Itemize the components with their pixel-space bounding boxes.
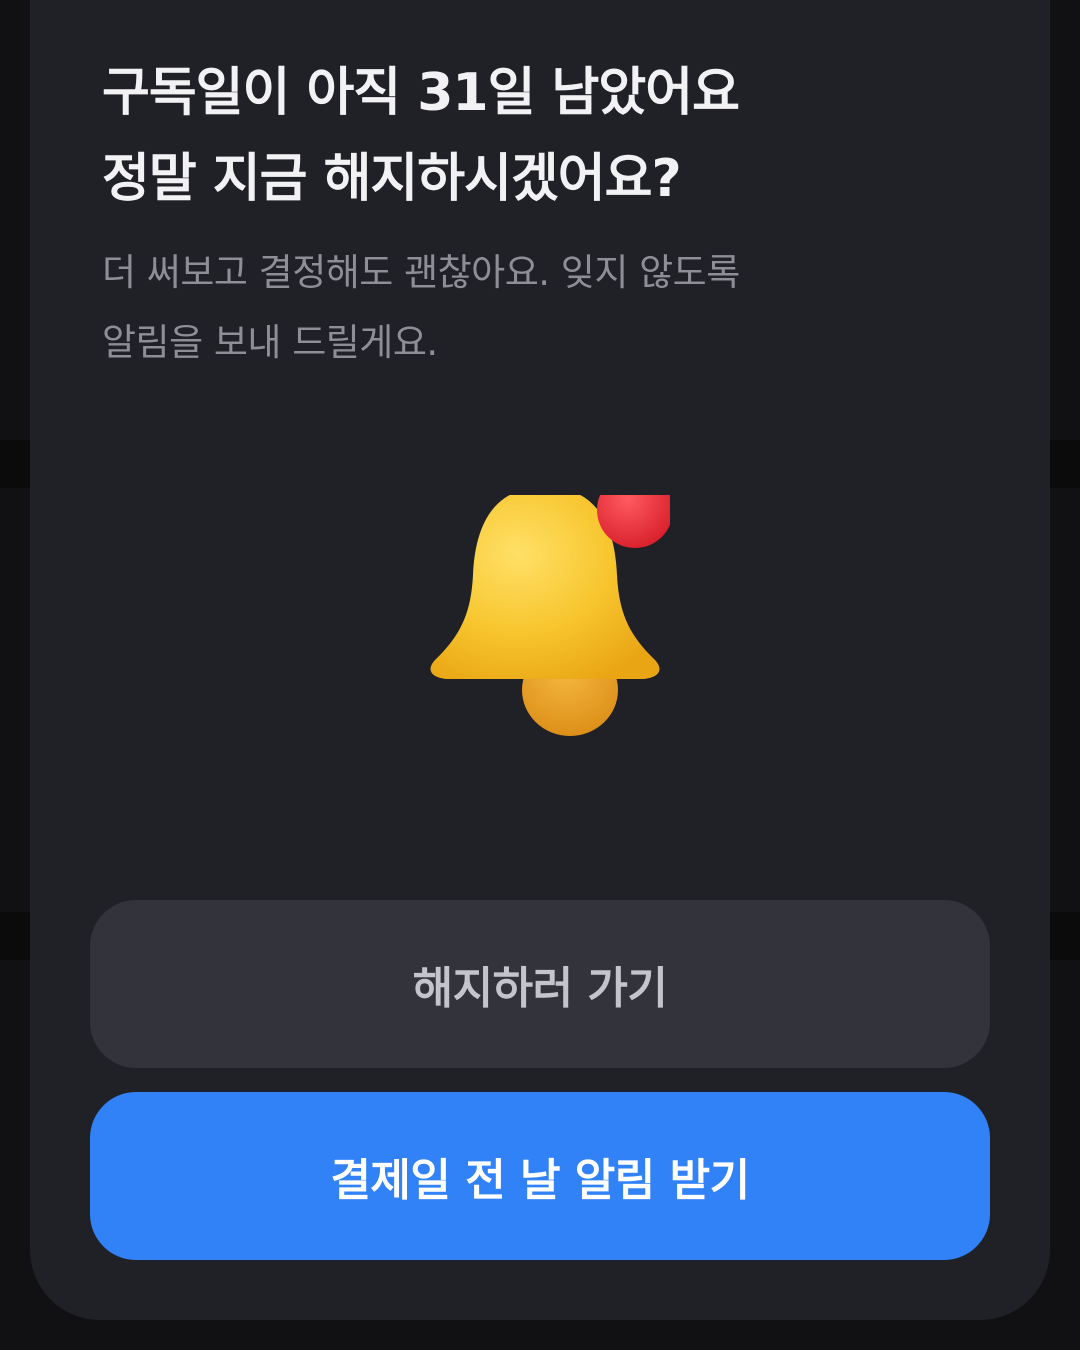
dialog-subtitle-line-1: 더 써보고 결정해도 괜찮아요. 잊지 않도록 <box>102 251 740 294</box>
dialog-title-line-1: 구독일이 아직 31일 남았어요 <box>102 63 740 123</box>
dialog-title-line-2: 정말 지금 해지하시겠어요? <box>102 149 682 209</box>
dialog-title: 구독일이 아직 31일 남았어요 정말 지금 해지하시겠어요? <box>102 50 982 222</box>
bell-notification-icon <box>420 457 673 765</box>
remind-before-billing-button[interactable]: 결제일 전 날 알림 받기 <box>90 1092 990 1260</box>
cancel-confirm-sheet: 구독일이 아직 31일 남았어요 정말 지금 해지하시겠어요? 더 써보고 결정… <box>30 0 1050 1320</box>
dialog-subtitle: 더 써보고 결정해도 괜찮아요. 잊지 않도록 알림을 보내 드릴게요. <box>102 238 982 378</box>
dialog-subtitle-line-2: 알림을 보내 드릴게요. <box>102 321 438 364</box>
go-cancel-subscription-button[interactable]: 해지하러 가기 <box>90 900 990 1068</box>
